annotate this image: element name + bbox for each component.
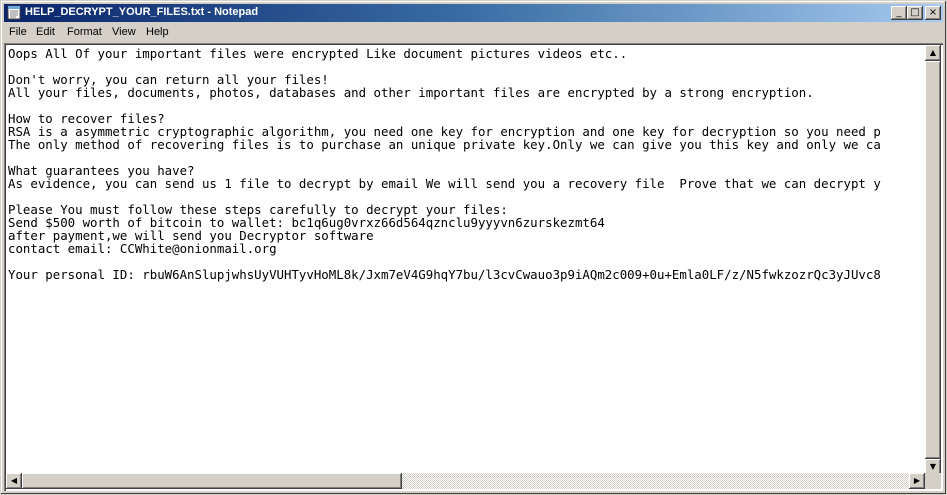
close-button[interactable]: × — [925, 6, 941, 20]
chevron-down-icon: ▼ — [929, 462, 937, 471]
maximize-button[interactable]: □ — [907, 6, 923, 20]
vertical-scrollbar[interactable]: ▲ ▼ — [925, 45, 941, 475]
maximize-icon: □ — [910, 7, 920, 18]
menu-file[interactable]: File — [9, 26, 27, 38]
menu-bar: File Edit Format View Help — [4, 23, 943, 42]
window-title: HELP_DECRYPT_YOUR_FILES.txt - Notepad — [25, 6, 259, 18]
document-line: The only method of recovering files is t… — [8, 137, 881, 152]
scroll-right-button[interactable]: ▶ — [909, 473, 925, 489]
horizontal-scroll-thumb[interactable] — [22, 473, 402, 489]
menu-help[interactable]: Help — [146, 26, 169, 38]
scroll-up-button[interactable]: ▲ — [925, 45, 941, 61]
horizontal-scrollbar[interactable]: ◀ ▶ — [6, 473, 925, 489]
chevron-up-icon: ▲ — [929, 48, 937, 57]
vertical-scroll-thumb[interactable] — [925, 61, 941, 459]
menu-edit[interactable]: Edit — [36, 26, 55, 38]
document-line: Oops All Of your important files were en… — [8, 46, 628, 61]
menu-view[interactable]: View — [112, 26, 136, 38]
document-line: As evidence, you can send us 1 file to d… — [8, 176, 881, 191]
text-editor[interactable]: Oops All Of your important files were en… — [4, 43, 943, 491]
document-line: All your files, documents, photos, datab… — [8, 85, 814, 100]
notepad-icon — [7, 5, 21, 20]
close-icon: × — [928, 7, 938, 18]
size-grip — [925, 473, 941, 489]
chevron-right-icon: ▶ — [913, 476, 921, 485]
notepad-window: HELP_DECRYPT_YOUR_FILES.txt - Notepad _ … — [0, 0, 947, 495]
title-bar[interactable]: HELP_DECRYPT_YOUR_FILES.txt - Notepad _ … — [4, 4, 943, 22]
document-line: Your personal ID: rbuW6AnSlupjwhsUyVUHTy… — [8, 267, 881, 282]
scroll-left-button[interactable]: ◀ — [6, 473, 22, 489]
chevron-left-icon: ◀ — [10, 476, 18, 485]
menu-format[interactable]: Format — [67, 26, 102, 38]
minimize-icon: _ — [896, 7, 902, 18]
document-line: contact email: CCWhite@onionmail.org — [8, 241, 277, 256]
document-text-area[interactable]: Oops All Of your important files were en… — [6, 45, 927, 477]
minimize-button[interactable]: _ — [891, 6, 907, 20]
